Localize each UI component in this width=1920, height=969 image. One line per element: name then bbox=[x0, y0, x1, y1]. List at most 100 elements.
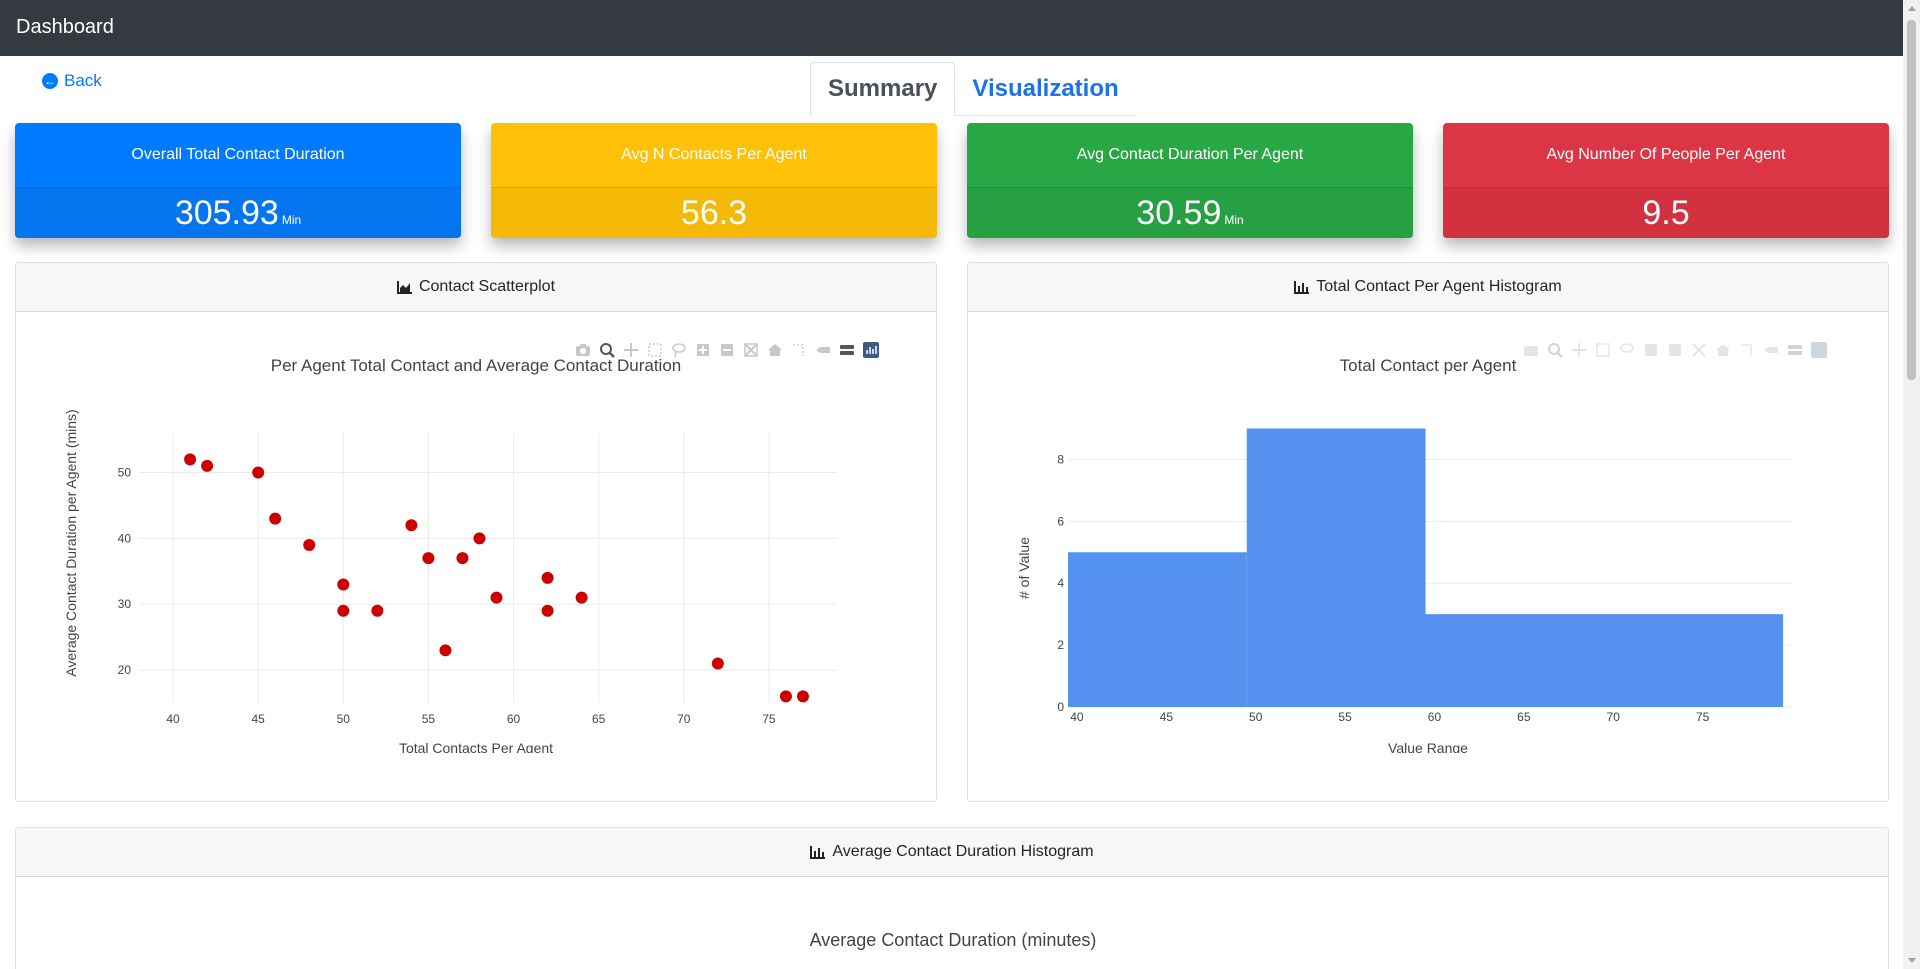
y-tick-label: 30 bbox=[118, 597, 132, 611]
scatter-point[interactable] bbox=[337, 578, 350, 591]
scatter-gridlines bbox=[139, 433, 837, 703]
stat-value: 30.59 bbox=[1136, 193, 1222, 232]
scatter-point[interactable] bbox=[405, 519, 418, 532]
stat-value-row: 56.3 bbox=[491, 188, 937, 238]
scatter-point[interactable] bbox=[490, 591, 503, 604]
chart-title: Per Agent Total Contact and Average Cont… bbox=[271, 356, 681, 375]
x-tick-label: 45 bbox=[251, 712, 265, 726]
stat-value: 56.3 bbox=[680, 193, 748, 232]
stat-title: Overall Total Contact Duration bbox=[15, 123, 461, 188]
x-axis-label: Value Range bbox=[1388, 740, 1468, 753]
x-axis-label: Total Contacts Per Agent bbox=[399, 740, 553, 753]
scatter-point[interactable] bbox=[541, 604, 554, 617]
scatter-point[interactable] bbox=[711, 657, 724, 670]
y-tick-label: 2 bbox=[1057, 638, 1064, 652]
scroll-down-arrow-icon[interactable] bbox=[1908, 958, 1916, 963]
scatter-point[interactable] bbox=[371, 604, 384, 617]
x-tick-label: 40 bbox=[166, 712, 180, 726]
y-tick-label: 8 bbox=[1057, 452, 1064, 466]
scatter-point[interactable] bbox=[201, 459, 214, 472]
scatter-point[interactable] bbox=[796, 690, 809, 703]
x-tick-label: 70 bbox=[677, 712, 691, 726]
histogram-bar[interactable] bbox=[1425, 614, 1784, 707]
x-tick-label: 75 bbox=[1696, 710, 1710, 724]
area-chart-icon bbox=[396, 281, 412, 294]
scatter-point[interactable] bbox=[184, 453, 197, 466]
y-tick-label: 40 bbox=[118, 531, 132, 545]
x-tick-label: 60 bbox=[1428, 710, 1442, 724]
scatterplot-card: Contact Scatterplot Per Agent Total Cont… bbox=[15, 262, 937, 802]
card-title: Contact Scatterplot bbox=[418, 278, 556, 295]
scrollbar-thumb[interactable] bbox=[1907, 20, 1916, 380]
scatter-points bbox=[184, 453, 809, 703]
view-tabs: Summary Visualization bbox=[810, 62, 1136, 116]
tab-summary[interactable]: Summary bbox=[810, 62, 956, 116]
stat-unit: Min bbox=[1224, 213, 1244, 227]
scatter-point[interactable] bbox=[575, 591, 588, 604]
back-label: Back bbox=[64, 71, 102, 90]
y-tick-label: 50 bbox=[118, 466, 132, 480]
histogram-bars bbox=[1068, 428, 1784, 707]
scatter-point[interactable] bbox=[541, 571, 554, 584]
scatter-point[interactable] bbox=[473, 532, 486, 545]
card-title: Total Contact Per Agent Histogram bbox=[1316, 278, 1562, 295]
x-tick-label: 40 bbox=[1070, 710, 1084, 724]
top-navbar: Dashboard bbox=[0, 0, 1920, 56]
stat-card-avg-people: Avg Number Of People Per Agent 9.5 bbox=[1443, 123, 1889, 238]
scatter-point[interactable] bbox=[269, 512, 282, 525]
arrow-left-circle-icon: ← bbox=[42, 73, 58, 89]
stat-card-avg-duration: Avg Contact Duration Per Agent 30.59 Min bbox=[967, 123, 1413, 238]
bar-chart-icon bbox=[810, 846, 826, 859]
scatter-point[interactable] bbox=[303, 538, 316, 551]
stat-unit: Min bbox=[281, 213, 302, 227]
y-tick-label: 20 bbox=[118, 663, 132, 677]
card-title: Average Contact Duration Histogram bbox=[832, 843, 1094, 860]
card-header: Average Contact Duration Histogram bbox=[16, 828, 1888, 877]
x-tick-label: 65 bbox=[1517, 710, 1531, 724]
histogram-bar[interactable] bbox=[1246, 428, 1426, 707]
scatter-point[interactable] bbox=[779, 690, 792, 703]
stat-value-row: 305.93 Min bbox=[15, 188, 461, 238]
x-tick-label: 60 bbox=[507, 712, 521, 726]
avg-duration-histogram-card: Average Contact Duration Histogram Avera… bbox=[15, 827, 1889, 969]
y-axis-label: Average Contact Duration per Agent (mins… bbox=[63, 409, 79, 676]
scatter-point[interactable] bbox=[422, 552, 435, 565]
stat-title: Avg Contact Duration Per Agent bbox=[967, 123, 1413, 188]
histogram-card: Total Contact Per Agent Histogram Total … bbox=[967, 262, 1889, 802]
histogram-bar[interactable] bbox=[1068, 552, 1247, 707]
x-tick-label: 75 bbox=[762, 712, 776, 726]
histogram-plot[interactable]: Total Contact per Agent 0 2 4 6 8 40 45 50 55 60 6… bbox=[968, 313, 1888, 753]
card-header: Contact Scatterplot bbox=[16, 263, 936, 312]
stat-card-avg-contacts: Avg N Contacts Per Agent 56.3 bbox=[491, 123, 937, 238]
x-tick-label: 55 bbox=[422, 712, 436, 726]
y-tick-label: 0 bbox=[1057, 700, 1064, 714]
navbar-brand[interactable]: Dashboard bbox=[16, 16, 114, 39]
stat-value: 9.5 bbox=[1642, 193, 1690, 232]
x-tick-label: 50 bbox=[1249, 710, 1263, 724]
scatter-point[interactable] bbox=[252, 466, 265, 479]
x-tick-label: 50 bbox=[337, 712, 351, 726]
scatter-point[interactable] bbox=[439, 644, 452, 657]
scroll-up-arrow-icon[interactable] bbox=[1908, 6, 1916, 11]
back-link[interactable]: ← Back bbox=[42, 71, 102, 91]
tab-visualization[interactable]: Visualization bbox=[955, 62, 1136, 116]
stat-value-row: 9.5 bbox=[1443, 188, 1889, 238]
stat-card-total-duration: Overall Total Contact Duration 305.93 Mi… bbox=[15, 123, 461, 238]
y-tick-label: 4 bbox=[1057, 576, 1064, 590]
scatter-plot[interactable]: Per Agent Total Contact and Average Cont… bbox=[16, 313, 936, 753]
x-tick-label: 65 bbox=[592, 712, 606, 726]
chart-title: Average Contact Duration (minutes) bbox=[809, 930, 1097, 950]
x-tick-label: 70 bbox=[1607, 710, 1621, 724]
x-tick-label: 45 bbox=[1160, 710, 1174, 724]
scatter-point[interactable] bbox=[456, 552, 469, 565]
x-tick-label: 55 bbox=[1338, 710, 1352, 724]
stat-value-row: 30.59 Min bbox=[967, 188, 1413, 238]
y-axis-label: # of Value bbox=[1016, 537, 1032, 599]
chart-title: Total Contact per Agent bbox=[1340, 356, 1517, 375]
bar-chart-icon bbox=[1294, 281, 1310, 294]
page-scrollbar[interactable] bbox=[1903, 0, 1920, 969]
scatter-ticks: 40 45 50 55 60 65 70 75 20 30 40 50 bbox=[118, 466, 776, 726]
y-tick-label: 6 bbox=[1057, 514, 1064, 528]
scatter-point[interactable] bbox=[337, 604, 350, 617]
stat-title: Avg Number Of People Per Agent bbox=[1443, 123, 1889, 188]
